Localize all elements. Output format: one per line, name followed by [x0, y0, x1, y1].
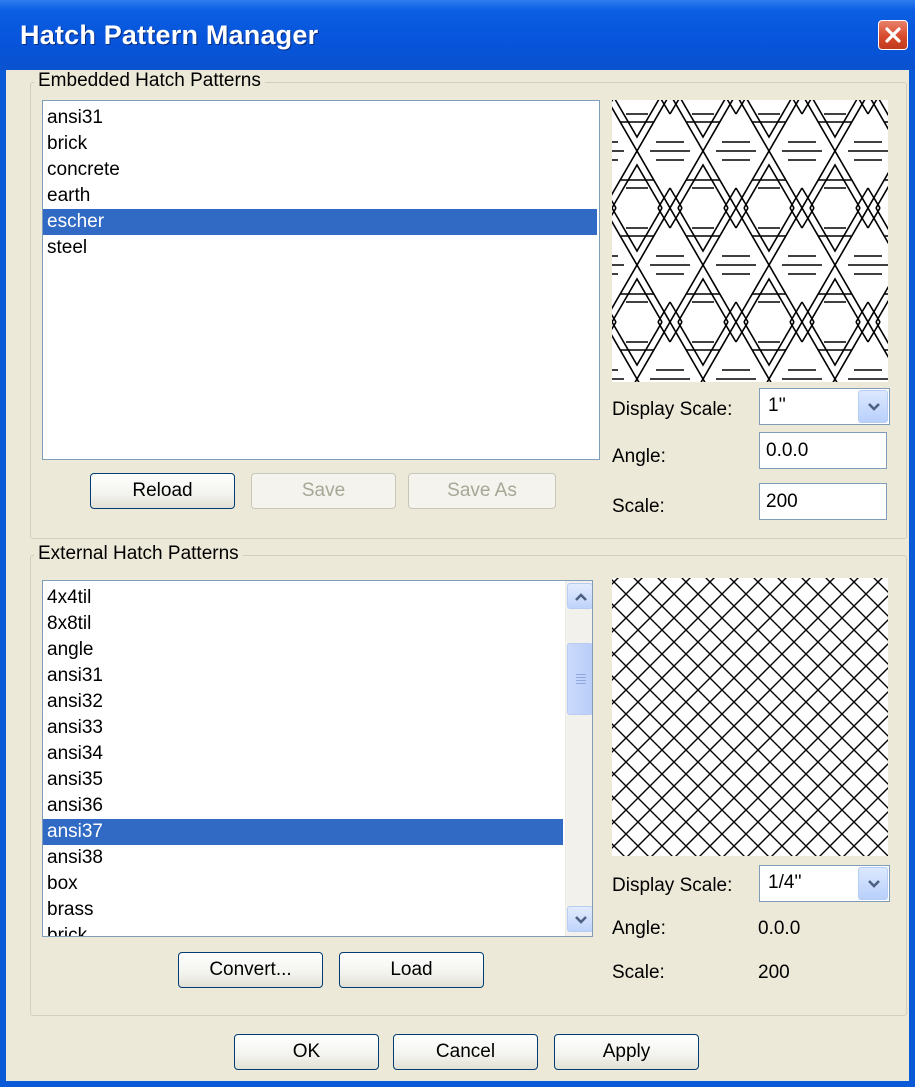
embedded-display-scale-select[interactable]: 1'' — [759, 388, 890, 425]
external-list-item[interactable]: ansi35 — [43, 767, 563, 793]
external-list-item[interactable]: 4x4til — [43, 585, 563, 611]
external-list-item[interactable]: ansi32 — [43, 689, 563, 715]
embedded-pattern-list[interactable]: ansi31 brick concrete earth escher steel — [42, 100, 600, 460]
embedded-list-item[interactable]: steel — [43, 235, 597, 261]
external-display-scale-dropdown-button[interactable] — [858, 867, 888, 900]
external-list-item[interactable]: ansi37 — [43, 819, 563, 845]
embedded-angle-label: Angle: — [612, 446, 666, 467]
title-bar[interactable]: Hatch Pattern Manager — [0, 0, 915, 70]
apply-button[interactable]: Apply — [554, 1034, 699, 1070]
chevron-down-icon — [575, 916, 587, 924]
reload-button[interactable]: Reload — [90, 473, 235, 509]
external-display-scale-label: Display Scale: — [612, 875, 733, 896]
external-list-item[interactable]: ansi34 — [43, 741, 563, 767]
load-button[interactable]: Load — [339, 952, 484, 988]
chevron-down-icon — [868, 880, 880, 888]
external-list-item[interactable]: brass — [43, 897, 563, 923]
external-list-item[interactable]: 8x8til — [43, 611, 563, 637]
scroll-thumb[interactable] — [567, 643, 592, 715]
embedded-display-scale-value: 1'' — [768, 395, 786, 416]
external-list-scrollbar[interactable] — [565, 581, 592, 936]
external-display-scale-value: 1/4'' — [768, 872, 802, 893]
embedded-list-item[interactable]: concrete — [43, 157, 597, 183]
hatch-pattern-manager-window: Hatch Pattern Manager Embedded Hatch Pat… — [0, 0, 915, 1087]
external-list-item[interactable]: box — [43, 871, 563, 897]
external-list-item[interactable]: brick — [43, 923, 563, 936]
external-group-label: External Hatch Patterns — [34, 543, 243, 565]
embedded-scale-input[interactable]: 200 — [759, 483, 887, 520]
external-pattern-list[interactable]: 4x4til 8x8til angle ansi31 ansi32 ansi33 ansi3… — [42, 580, 593, 937]
ansi37-pattern-image — [612, 578, 888, 856]
save-as-button[interactable]: Save As — [408, 473, 556, 509]
external-list-item[interactable]: ansi36 — [43, 793, 563, 819]
ok-button[interactable]: OK — [234, 1034, 379, 1070]
embedded-list-item[interactable]: earth — [43, 183, 597, 209]
scroll-down-button[interactable] — [567, 906, 592, 932]
external-list-item[interactable]: angle — [43, 637, 563, 663]
embedded-group-label: Embedded Hatch Patterns — [34, 70, 265, 92]
external-scale-label: Scale: — [612, 962, 665, 983]
escher-pattern-image — [612, 100, 888, 382]
embedded-list-item[interactable]: escher — [43, 209, 597, 235]
embedded-display-scale-label: Display Scale: — [612, 399, 733, 420]
external-list-item[interactable]: ansi33 — [43, 715, 563, 741]
embedded-display-scale-dropdown-button[interactable] — [858, 390, 888, 423]
embedded-angle-input[interactable]: 0.0.0 — [759, 432, 887, 469]
external-scale-value: 200 — [758, 962, 790, 983]
external-pattern-preview — [612, 578, 888, 856]
embedded-scale-label: Scale: — [612, 496, 665, 517]
external-display-scale-select[interactable]: 1/4'' — [759, 865, 890, 902]
chevron-up-icon — [575, 593, 587, 601]
dialog-client-area: Embedded Hatch Patterns ansi31 brick concr… — [6, 70, 909, 1081]
external-list-item[interactable]: ansi31 — [43, 663, 563, 689]
embedded-list-item[interactable]: brick — [43, 131, 597, 157]
scroll-up-button[interactable] — [567, 583, 592, 609]
window-title: Hatch Pattern Manager — [20, 20, 319, 50]
save-button[interactable]: Save — [251, 473, 396, 509]
embedded-list-item[interactable]: ansi31 — [43, 105, 597, 131]
external-angle-value: 0.0.0 — [758, 918, 801, 939]
convert-button[interactable]: Convert... — [178, 952, 323, 988]
chevron-down-icon — [868, 403, 880, 411]
external-angle-label: Angle: — [612, 918, 666, 939]
cancel-button[interactable]: Cancel — [393, 1034, 538, 1070]
close-button[interactable] — [878, 20, 908, 50]
embedded-pattern-preview — [612, 100, 888, 382]
close-icon — [885, 27, 901, 43]
external-list-item[interactable]: ansi38 — [43, 845, 563, 871]
